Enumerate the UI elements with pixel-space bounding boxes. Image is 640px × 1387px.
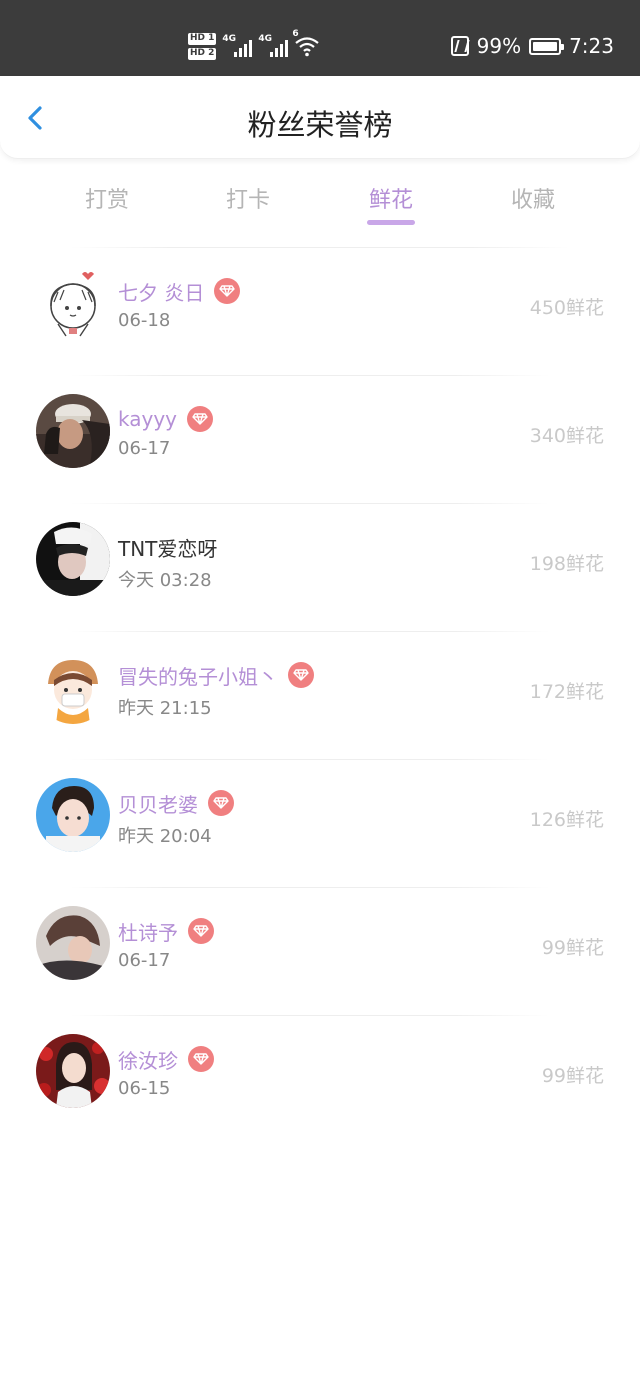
flower-count: 99鲜花 (541, 1065, 604, 1087)
fan-time: 昨天 20:04 (118, 826, 212, 847)
fan-time: 06-17 (118, 438, 171, 459)
status-icons-right: 99% 7:23 (450, 28, 614, 64)
status-icons-left: HD 1 HD 2 4G 4G 6 (188, 28, 320, 64)
tab-favorites[interactable]: 收藏 (483, 182, 583, 214)
fan-name: 杜诗予 (118, 920, 178, 945)
flower-count: 450鲜花 (529, 297, 604, 319)
list-item[interactable]: TNT爱恋呀 今天 03:28 198鲜花 (0, 504, 640, 632)
avatar[interactable] (36, 778, 110, 852)
flower-count: 172鲜花 (529, 681, 604, 703)
name-line: 贝贝老婆 (118, 788, 234, 818)
list-item[interactable]: 徐汝珍 06-15 99鲜花 (0, 1016, 640, 1144)
avatar[interactable] (36, 1034, 110, 1108)
tab-bar: 打赏 打卡 鲜花 收藏 (0, 158, 640, 234)
name-line: kayyy (118, 404, 213, 434)
network-type-label-2: 4G (258, 34, 273, 44)
fan-time: 今天 03:28 (118, 570, 212, 591)
flower-count: 198鲜花 (529, 553, 604, 575)
tab-flowers-label: 鲜花 (368, 188, 413, 213)
fan-name: 七夕 炎日 (118, 280, 205, 305)
list-item[interactable]: kayyy 06-17 340鲜花 (0, 376, 640, 504)
name-line: 冒失的兔子小姐丶 (118, 660, 314, 690)
name-line: 七夕 炎日 (118, 276, 241, 306)
list-item[interactable]: 冒失的兔子小姐丶 昨天 21:15 172鲜花 (0, 632, 640, 760)
wifi-6-label: 6 (292, 29, 299, 39)
flower-count: 99鲜花 (541, 937, 604, 959)
avatar[interactable] (36, 522, 110, 596)
status-bar: HD 1 HD 2 4G 4G 6 99% 7:23 (0, 0, 640, 76)
diamond-icon (187, 406, 213, 432)
tab-checkin[interactable]: 打卡 (198, 182, 298, 214)
name-line: TNT爱恋呀 (118, 532, 217, 562)
sim1-badge: HD 1 (188, 32, 217, 45)
battery-icon (529, 37, 565, 55)
fan-name: TNT爱恋呀 (118, 536, 218, 561)
fan-name: 徐汝珍 (118, 1048, 178, 1073)
avatar[interactable] (36, 906, 110, 980)
list-item[interactable]: 杜诗予 06-17 99鲜花 (0, 888, 640, 1016)
fan-name: 冒失的兔子小姐丶 (118, 664, 278, 689)
sim-badges: HD 1 HD 2 (188, 32, 217, 60)
fan-name: 贝贝老婆 (118, 792, 198, 817)
network-type-label: 4G (222, 34, 237, 44)
flower-count: 126鲜花 (529, 809, 604, 831)
signal-icon: 4G (222, 34, 253, 57)
signal-icon-2: 4G (258, 34, 289, 57)
clock: 7:23 (569, 34, 614, 58)
diamond-icon (288, 662, 314, 688)
fan-name: kayyy (118, 407, 177, 431)
tab-reward[interactable]: 打赏 (57, 182, 157, 214)
fan-time: 06-18 (118, 310, 171, 331)
battery-percent: 99% (476, 34, 522, 58)
wifi-icon: 6 (292, 29, 320, 57)
fans-list: 七夕 炎日 06-18 450鲜花 kayyy 06-17 340鲜花 TNT爱… (0, 248, 640, 1144)
fan-time: 06-17 (118, 950, 171, 971)
tab-flowers[interactable]: 鲜花 (341, 182, 441, 225)
diamond-icon (214, 278, 241, 304)
active-tab-indicator (367, 220, 415, 225)
page-title: 粉丝荣誉榜 (247, 108, 393, 142)
diamond-icon (188, 918, 214, 944)
list-item[interactable]: 七夕 炎日 06-18 450鲜花 (0, 248, 640, 376)
nfc-icon (450, 36, 469, 56)
flower-count: 340鲜花 (529, 425, 604, 447)
name-line: 徐汝珍 (118, 1044, 214, 1074)
sim2-badge: HD 2 (188, 47, 217, 60)
avatar[interactable] (36, 394, 110, 468)
avatar[interactable] (36, 266, 110, 340)
avatar[interactable] (36, 650, 110, 724)
diamond-icon (188, 1046, 214, 1072)
fan-time: 昨天 21:15 (118, 698, 212, 719)
list-item[interactable]: 贝贝老婆 昨天 20:04 126鲜花 (0, 760, 640, 888)
app-header: 粉丝荣誉榜 (0, 76, 640, 159)
name-line: 杜诗予 (118, 916, 214, 946)
diamond-icon (208, 790, 234, 816)
fan-time: 06-15 (118, 1078, 171, 1099)
